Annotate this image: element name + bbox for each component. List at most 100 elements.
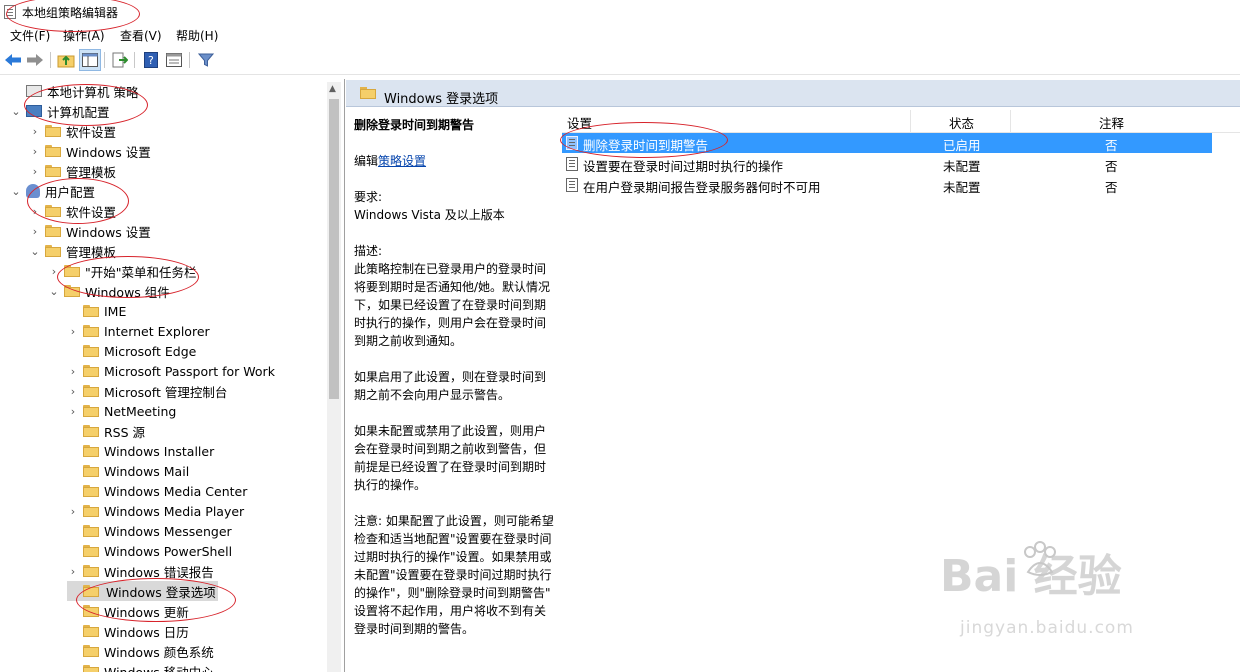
folder-icon [83, 505, 99, 517]
edit-policy-link[interactable]: 策略设置 [378, 154, 426, 168]
tree-item[interactable]: Windows Messenger [67, 521, 232, 541]
tree-item[interactable]: › 软件设置 [29, 121, 116, 141]
folder-icon [83, 325, 99, 337]
folder-icon [83, 365, 99, 377]
baidu-watermark: Bai 经验 [940, 551, 1122, 602]
tree-item[interactable]: › NetMeeting [67, 401, 177, 421]
menu-view[interactable]: 查看(V) [120, 27, 162, 44]
show-hide-tree-icon[interactable] [79, 49, 101, 71]
tree-item-label: Internet Explorer [104, 323, 210, 339]
tree-item[interactable]: Windows 登录选项 [67, 581, 218, 601]
toolbar: ? [0, 46, 1240, 75]
folder-icon [83, 305, 99, 317]
tree-item[interactable]: Windows PowerShell [67, 541, 232, 561]
chevron-right-icon[interactable]: › [29, 125, 41, 138]
description-line: 时执行的操作，则用户会在登录时间 [354, 316, 547, 330]
tree-item[interactable]: › Windows Media Player [67, 501, 244, 521]
chevron-right-icon[interactable]: › [67, 325, 79, 338]
setting-row[interactable]: 设置要在登录时间过期时执行的操作 未配置 否 [562, 154, 1212, 174]
tree-item[interactable]: ⌄ 计算机配置 [10, 101, 109, 121]
chevron-right-icon[interactable]: › [67, 405, 79, 418]
tree-item[interactable]: › Windows 设置 [29, 221, 151, 241]
chevron-right-icon[interactable]: › [29, 225, 41, 238]
chevron-right-icon[interactable]: › [67, 385, 79, 398]
tree-item[interactable]: › Microsoft 管理控制台 [67, 381, 228, 401]
tree-item[interactable]: Windows Installer [67, 441, 214, 461]
column-divider[interactable] [910, 110, 911, 132]
scroll-up-arrow-icon[interactable]: ▲ [329, 84, 336, 94]
chevron-right-icon[interactable]: › [29, 145, 41, 158]
export-list-icon[interactable] [110, 50, 130, 70]
tree-item[interactable]: › Windows 设置 [29, 141, 151, 161]
policy-editor-icon [4, 5, 16, 19]
policy-setting-icon [566, 136, 578, 150]
policy-title: 删除登录时间到期警告 [354, 118, 475, 132]
menu-action[interactable]: 操作(A) [63, 27, 105, 44]
up-folder-icon[interactable] [56, 50, 76, 70]
tree-scrollbar-thumb[interactable] [329, 99, 339, 399]
tree-item-label: "开始"菜单和任务栏 [85, 264, 197, 280]
tree-item-label: Windows 错误报告 [104, 564, 214, 580]
tree-item[interactable]: › Internet Explorer [67, 321, 210, 341]
chevron-right-icon[interactable]: › [29, 165, 41, 178]
tree-item[interactable]: › Microsoft Passport for Work [67, 361, 275, 381]
column-setting[interactable]: 设置 [567, 113, 592, 132]
back-arrow-icon[interactable] [3, 50, 23, 70]
tree-item[interactable]: Windows 更新 [67, 601, 189, 621]
tree-item[interactable]: IME [67, 301, 126, 321]
column-comment[interactable]: 注释 [1099, 113, 1124, 132]
filter-icon[interactable] [196, 50, 216, 70]
folder-icon [45, 245, 61, 257]
menu-file[interactable]: 文件(F) [10, 27, 50, 44]
chevron-right-icon[interactable]: › [67, 365, 79, 378]
chevron-right-icon[interactable]: › [67, 565, 79, 578]
window-title: 本地组策略编辑器 [22, 6, 119, 20]
help-icon[interactable]: ? [141, 50, 161, 70]
setting-row[interactable]: 在用户登录期间报告登录服务器何时不可用 未配置 否 [562, 175, 1212, 195]
tree-item[interactable]: › "开始"菜单和任务栏 [48, 261, 197, 281]
user-icon [26, 184, 40, 198]
tree-item[interactable]: › Windows 错误报告 [67, 561, 214, 581]
tree-item[interactable]: › 软件设置 [29, 201, 116, 221]
tree-item-label: Windows 日历 [104, 624, 189, 640]
menu-help[interactable]: 帮助(H) [176, 27, 218, 44]
properties-icon[interactable] [164, 50, 184, 70]
folder-icon [45, 165, 61, 177]
setting-comment: 否 [1105, 138, 1118, 153]
chevron-down-icon[interactable]: ⌄ [10, 185, 22, 198]
chevron-right-icon[interactable]: › [29, 205, 41, 218]
tree-item[interactable]: Windows 日历 [67, 621, 189, 641]
folder-icon [45, 225, 61, 237]
tree-item[interactable]: Windows 移动中心 [67, 661, 214, 672]
tree-item[interactable]: RSS 源 [67, 421, 145, 441]
tree-item-label: 本地计算机 策略 [47, 84, 139, 100]
tree-item[interactable]: ⌄ 管理模板 [29, 241, 116, 261]
tree-item[interactable]: ⌄ 用户配置 [10, 181, 95, 201]
tree-item-label: Microsoft Passport for Work [104, 363, 275, 379]
chevron-down-icon[interactable]: ⌄ [29, 245, 41, 258]
tree-item-label: Windows 更新 [104, 604, 189, 620]
folder-icon [83, 625, 99, 637]
tree-item[interactable]: Windows Mail [67, 461, 189, 481]
tree-item[interactable]: › 管理模板 [29, 161, 116, 181]
setting-row[interactable]: 删除登录时间到期警告 已启用 否 [562, 133, 1212, 153]
tree-item-label: RSS 源 [104, 424, 146, 440]
chevron-down-icon[interactable]: ⌄ [10, 105, 22, 118]
column-divider[interactable] [1010, 110, 1011, 132]
folder-icon [83, 425, 99, 437]
tree-item[interactable]: 本地计算机 策略 [10, 81, 138, 101]
tree-item[interactable]: ⌄ Windows 组件 [48, 281, 169, 301]
chevron-down-icon[interactable]: ⌄ [48, 285, 60, 298]
column-state[interactable]: 状态 [949, 113, 974, 132]
chevron-right-icon[interactable]: › [67, 505, 79, 518]
tree-item-label: 管理模板 [66, 164, 117, 180]
chevron-right-icon[interactable]: › [48, 265, 60, 278]
tree-item[interactable]: Windows Media Center [67, 481, 247, 501]
folder-icon [64, 285, 80, 297]
forward-arrow-icon[interactable] [25, 50, 45, 70]
setting-name: 删除登录时间到期警告 [583, 138, 709, 153]
tree-item-label: Windows Installer [104, 443, 215, 459]
toolbar-separator [189, 52, 190, 68]
tree-item[interactable]: Microsoft Edge [67, 341, 196, 361]
tree-item[interactable]: Windows 颜色系统 [67, 641, 214, 661]
